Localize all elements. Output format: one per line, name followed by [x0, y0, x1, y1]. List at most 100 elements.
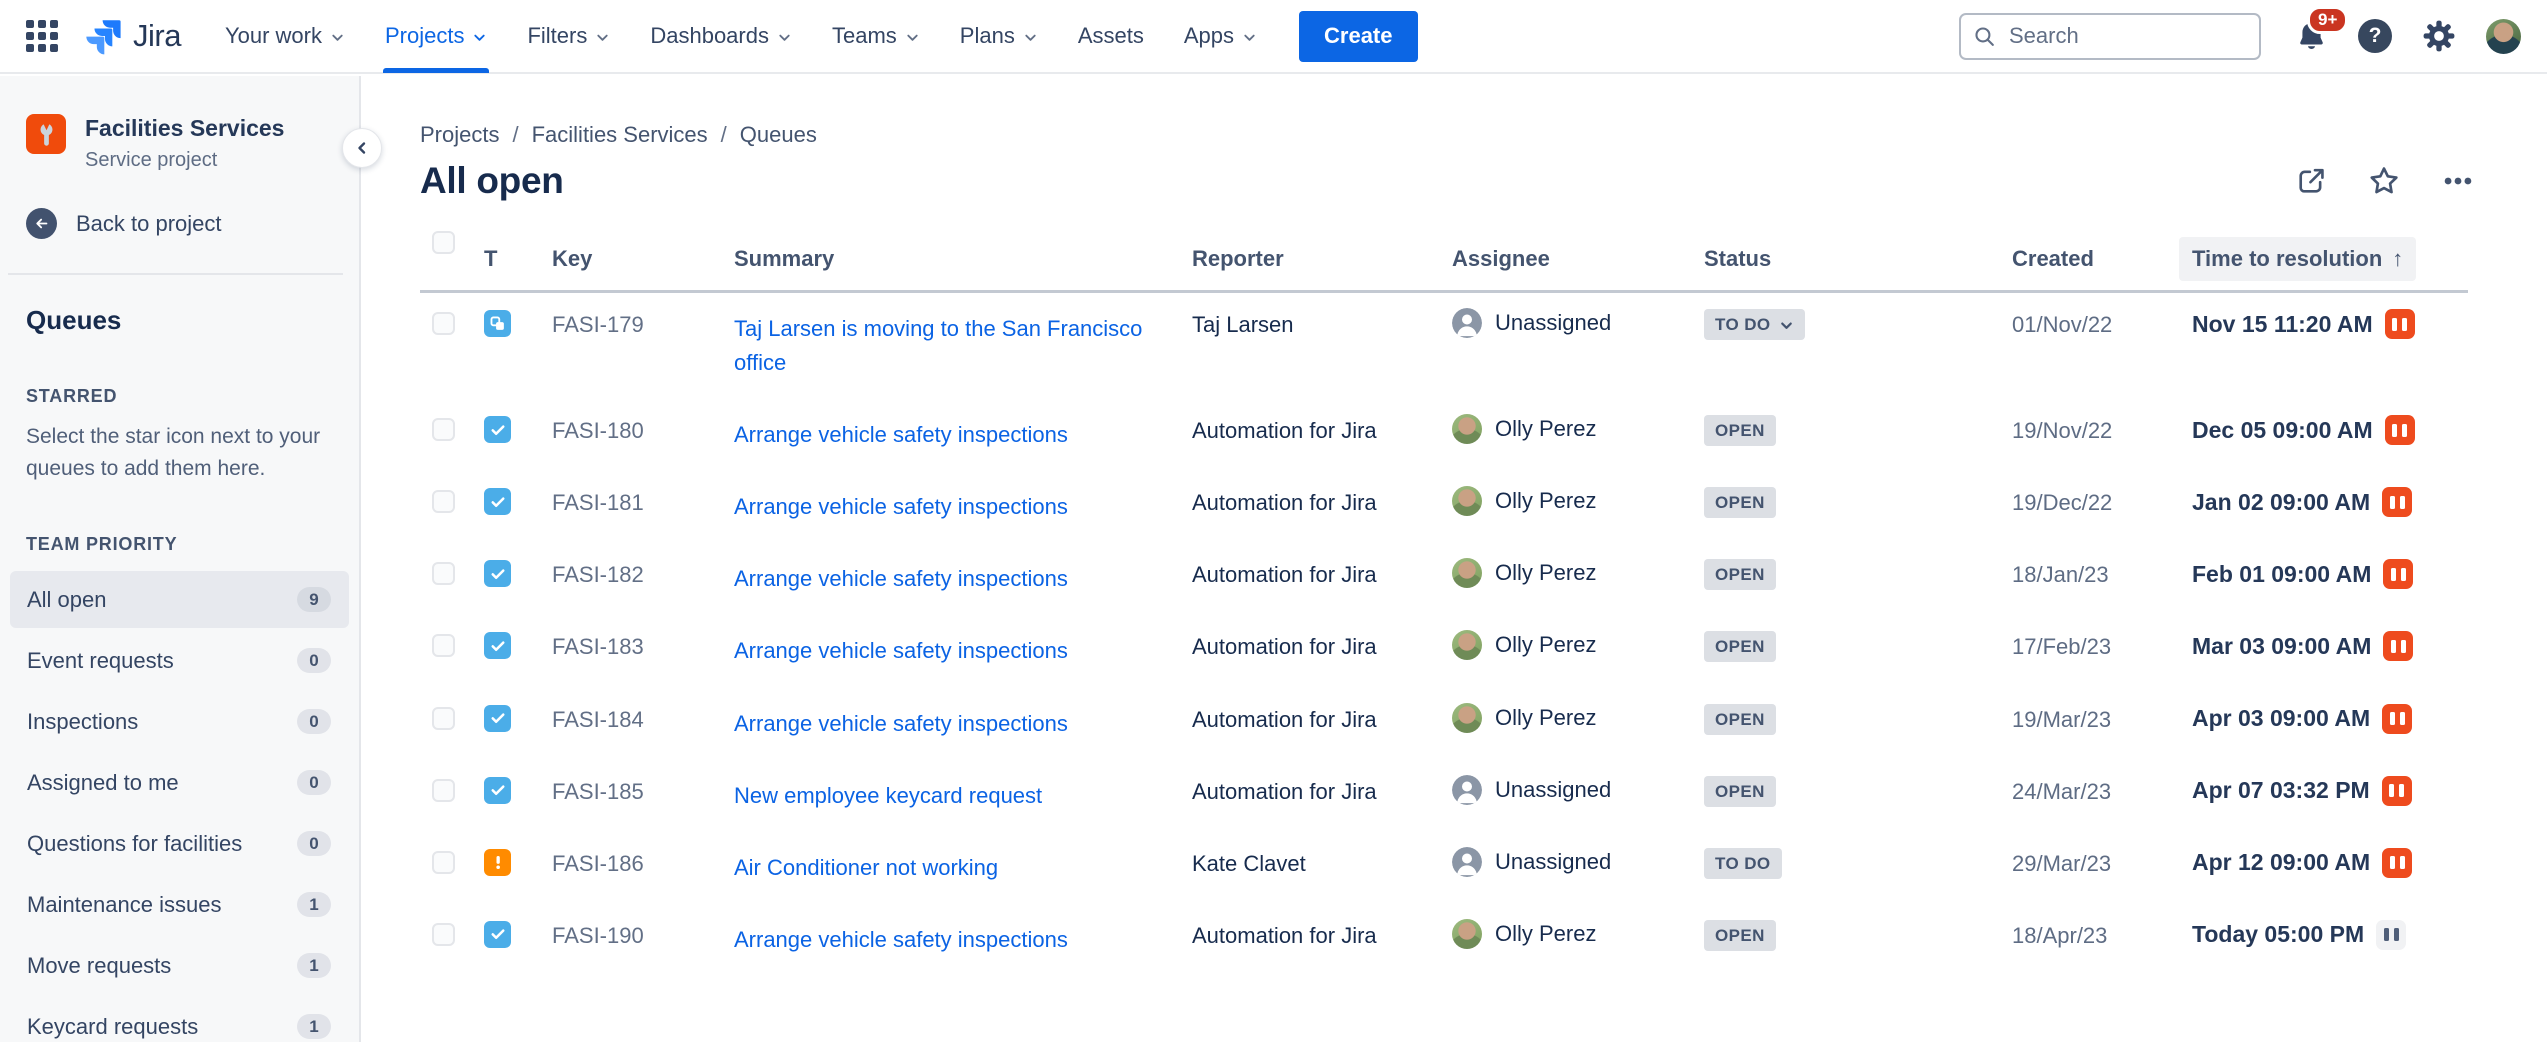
sidebar-queue-item-2[interactable]: Inspections 0: [10, 693, 349, 750]
table-row-4: FASI-183 Arrange vehicle safety inspecti…: [420, 615, 2468, 687]
star-icon: [2367, 164, 2401, 198]
issue-summary-link[interactable]: Taj Larsen is moving to the San Francisc…: [734, 312, 1180, 380]
search-input[interactable]: [1959, 13, 2261, 60]
assignee-cell[interactable]: Olly Perez: [1452, 486, 1692, 516]
project-avatar: [26, 114, 66, 154]
chevron-down-icon: [777, 30, 792, 45]
time-to-resolution-cell: Apr 12 09:00 AM: [2192, 848, 2456, 878]
assignee-cell[interactable]: Olly Perez: [1452, 630, 1692, 660]
status-lozenge[interactable]: OPEN: [1704, 920, 1776, 951]
nav-item-2[interactable]: Filters: [527, 0, 610, 73]
status-lozenge[interactable]: OPEN: [1704, 487, 1776, 518]
nav-item-7[interactable]: Apps: [1184, 0, 1257, 73]
status-lozenge[interactable]: OPEN: [1704, 776, 1776, 807]
nav-item-3[interactable]: Dashboards: [650, 0, 792, 73]
create-button[interactable]: Create: [1299, 11, 1417, 62]
ellipsis-icon: [2441, 164, 2475, 198]
assignee-avatar: [1452, 486, 1482, 516]
row-select-checkbox[interactable]: [432, 312, 455, 335]
status-lozenge[interactable]: OPEN: [1704, 704, 1776, 735]
queue-item-label: Maintenance issues: [27, 892, 221, 918]
row-select-checkbox[interactable]: [432, 418, 455, 441]
row-select-checkbox[interactable]: [432, 851, 455, 874]
issue-summary-link[interactable]: Arrange vehicle safety inspections: [734, 923, 1068, 957]
nav-item-6[interactable]: Assets: [1078, 0, 1144, 73]
assignee-cell[interactable]: Unassigned: [1452, 847, 1692, 877]
issue-summary-link[interactable]: Arrange vehicle safety inspections: [734, 634, 1068, 668]
row-select-checkbox[interactable]: [432, 923, 455, 946]
nav-item-5[interactable]: Plans: [960, 0, 1038, 73]
breadcrumb-projects[interactable]: Projects: [420, 122, 499, 148]
issue-summary-link[interactable]: New employee keycard request: [734, 779, 1042, 813]
select-all-checkbox[interactable]: [432, 231, 455, 254]
column-header-key: Key: [552, 236, 734, 292]
sidebar-collapse-button[interactable]: [342, 128, 382, 168]
assignee-cell[interactable]: Olly Perez: [1452, 414, 1692, 444]
jira-logo[interactable]: Jira: [82, 15, 181, 57]
assignee-avatar: [1452, 558, 1482, 588]
queue-count-badge: 0: [297, 648, 331, 673]
column-header-reporter: Reporter: [1192, 236, 1452, 292]
move-request-icon: [489, 315, 506, 332]
row-select-checkbox[interactable]: [432, 779, 455, 802]
more-actions-button[interactable]: [2437, 160, 2479, 202]
assignee-cell[interactable]: Unassigned: [1452, 308, 1692, 338]
back-to-project[interactable]: Back to project: [26, 208, 359, 239]
starred-section-label: STARRED: [26, 386, 359, 407]
status-lozenge[interactable]: TO DO: [1704, 309, 1805, 340]
issue-summary-link[interactable]: Air Conditioner not working: [734, 851, 998, 885]
status-lozenge[interactable]: OPEN: [1704, 415, 1776, 446]
notifications-button[interactable]: 9+: [2295, 20, 2328, 53]
breadcrumb: Projects / Facilities Services / Queues: [420, 122, 2547, 148]
nav-item-1[interactable]: Projects: [385, 0, 487, 73]
row-select-checkbox[interactable]: [432, 634, 455, 657]
sidebar-queue-item-5[interactable]: Maintenance issues 1: [10, 876, 349, 933]
issue-summary-link[interactable]: Arrange vehicle safety inspections: [734, 418, 1068, 452]
issue-summary-link[interactable]: Arrange vehicle safety inspections: [734, 490, 1068, 524]
row-select-checkbox[interactable]: [432, 707, 455, 730]
breadcrumb-project-name[interactable]: Facilities Services: [532, 122, 708, 148]
time-to-resolution-cell: Dec 05 09:00 AM: [2192, 415, 2456, 445]
sla-paused-icon: [2383, 631, 2413, 661]
queue-count-badge: 1: [297, 1014, 331, 1039]
status-lozenge[interactable]: TO DO: [1704, 848, 1782, 879]
nav-item-0[interactable]: Your work: [225, 0, 345, 73]
sidebar-queue-item-3[interactable]: Assigned to me 0: [10, 754, 349, 811]
assignee-avatar: [1452, 775, 1482, 805]
issue-summary-link[interactable]: Arrange vehicle safety inspections: [734, 707, 1068, 741]
app-switcher-icon[interactable]: [26, 20, 58, 52]
sidebar-queue-item-6[interactable]: Move requests 1: [10, 937, 349, 994]
assignee-cell[interactable]: Olly Perez: [1452, 919, 1692, 949]
time-to-resolution-cell: Feb 01 09:00 AM: [2192, 559, 2456, 589]
assignee-name: Olly Perez: [1495, 488, 1596, 514]
column-header-assignee: Assignee: [1452, 236, 1704, 292]
sidebar-queue-item-4[interactable]: Questions for facilities 0: [10, 815, 349, 872]
nav-item-4[interactable]: Teams: [832, 0, 920, 73]
issue-summary-link[interactable]: Arrange vehicle safety inspections: [734, 562, 1068, 596]
assignee-cell[interactable]: Olly Perez: [1452, 703, 1692, 733]
sidebar-queue-item-7[interactable]: Keycard requests 1: [10, 998, 349, 1055]
sidebar-queue-item-0[interactable]: All open 9: [10, 571, 349, 628]
assignee-cell[interactable]: Olly Perez: [1452, 558, 1692, 588]
breadcrumb-queues[interactable]: Queues: [740, 122, 817, 148]
user-avatar[interactable]: [2486, 19, 2521, 54]
issue-key: FASI-180: [552, 418, 644, 443]
column-header-created: Created: [2012, 236, 2192, 292]
chevron-down-icon: [1242, 30, 1257, 45]
row-select-checkbox[interactable]: [432, 490, 455, 513]
star-button[interactable]: [2363, 160, 2405, 202]
export-button[interactable]: [2291, 161, 2331, 201]
team-priority-section-label: TEAM PRIORITY: [26, 534, 359, 555]
help-button[interactable]: ?: [2358, 19, 2392, 53]
reporter-name: Automation for Jira: [1192, 490, 1377, 515]
settings-button[interactable]: [2422, 19, 2456, 53]
sidebar-queue-item-1[interactable]: Event requests 0: [10, 632, 349, 689]
assignee-cell[interactable]: Unassigned: [1452, 775, 1692, 805]
created-date: 24/Mar/23: [2012, 779, 2111, 804]
issue-key: FASI-184: [552, 707, 644, 732]
status-lozenge[interactable]: OPEN: [1704, 559, 1776, 590]
ttr-sort-header[interactable]: Time to resolution ↑: [2179, 237, 2416, 281]
row-select-checkbox[interactable]: [432, 562, 455, 585]
status-lozenge[interactable]: OPEN: [1704, 631, 1776, 662]
queue-item-label: Inspections: [27, 709, 138, 735]
